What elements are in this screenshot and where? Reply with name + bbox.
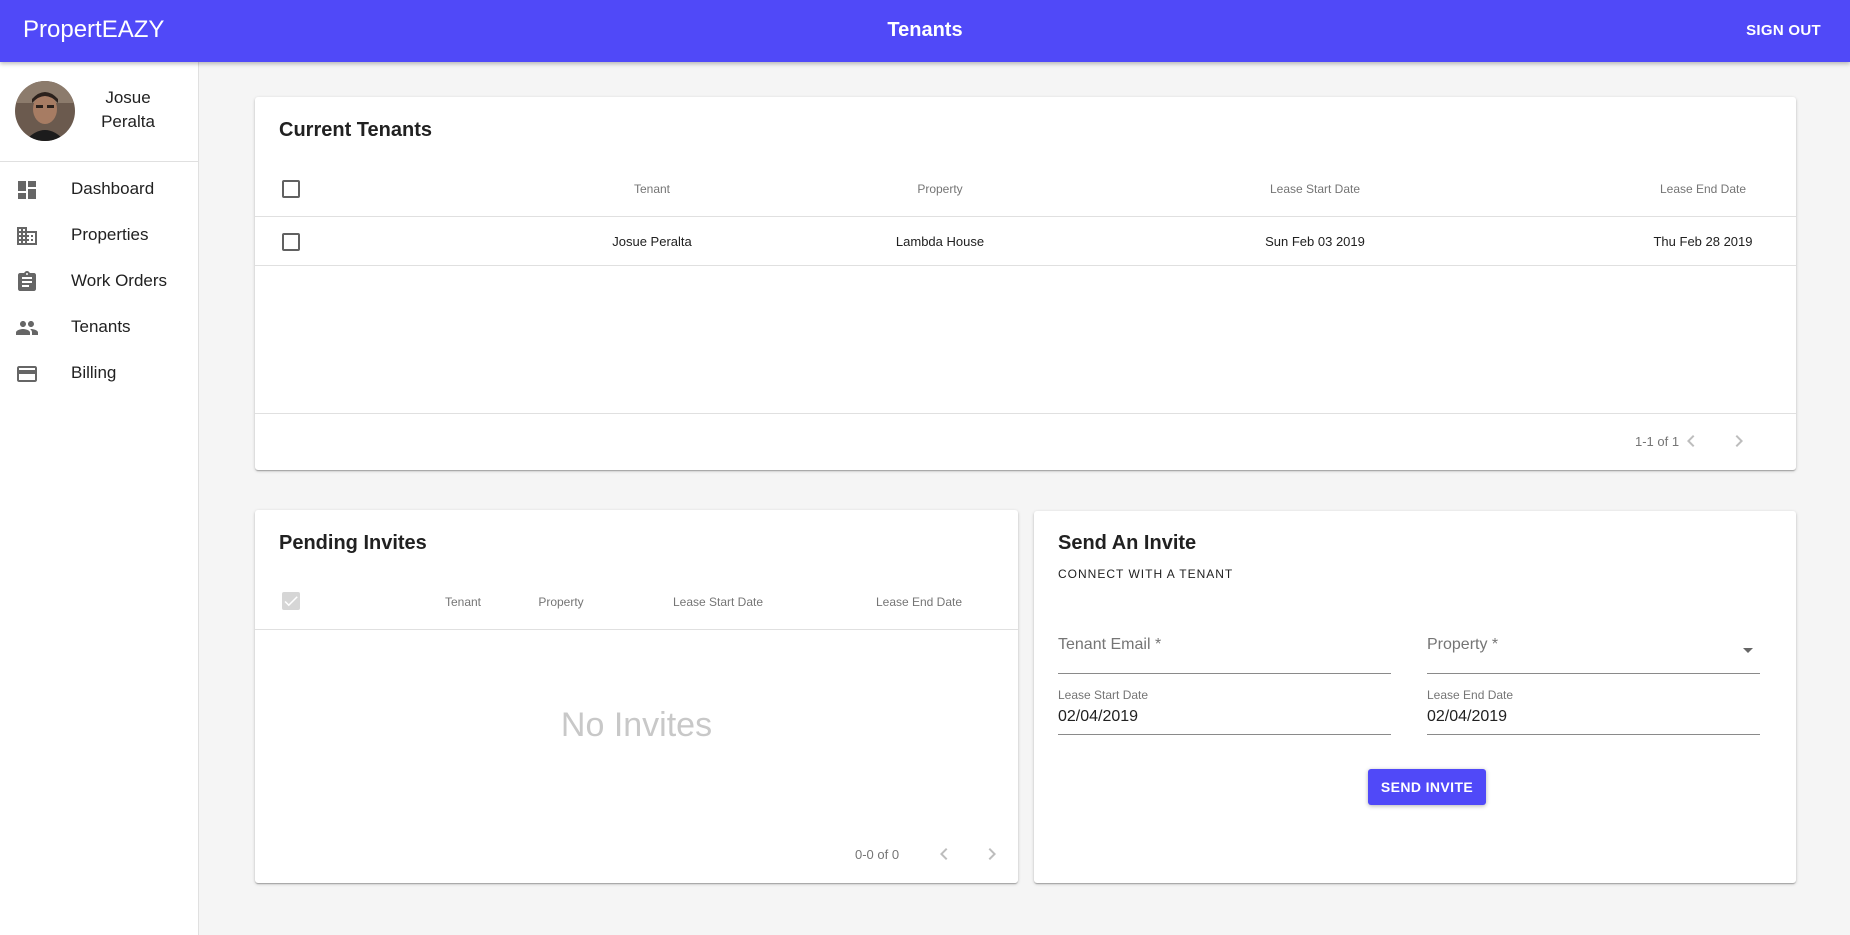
lease-end-date-value: 02/04/2019 bbox=[1427, 708, 1508, 725]
avatar bbox=[15, 81, 75, 141]
current-tenants-title: Current Tenants bbox=[279, 119, 432, 141]
select-all-checkbox[interactable] bbox=[282, 180, 300, 198]
chevron-right-icon bbox=[988, 848, 996, 860]
page-title: Tenants bbox=[887, 19, 963, 41]
lease-start-date-label: Lease Start Date bbox=[1058, 688, 1149, 702]
sidebar-item-work-orders[interactable]: Work Orders bbox=[0, 258, 198, 304]
row-checkbox[interactable] bbox=[282, 233, 300, 251]
sidebar-item-label: Tenants bbox=[71, 317, 131, 336]
chevron-left-icon bbox=[940, 848, 948, 860]
send-invite-button[interactable]: SEND INVITE bbox=[1368, 769, 1486, 805]
people-icon bbox=[15, 316, 39, 340]
divider bbox=[255, 216, 1796, 217]
sidebar-item-label: Billing bbox=[71, 363, 117, 382]
assignment-icon bbox=[15, 270, 39, 294]
select-all-checkbox bbox=[282, 592, 300, 610]
pagination-info: 0-0 of 0 bbox=[855, 847, 900, 862]
lease-start-date-value: 02/04/2019 bbox=[1058, 708, 1139, 725]
column-header-tenant[interactable]: Tenant bbox=[445, 595, 481, 609]
send-invite-card: Send An Invite CONNECT WITH A TENANT Ten… bbox=[1034, 511, 1796, 883]
pending-invites-title: Pending Invites bbox=[279, 532, 427, 554]
column-header-lease-end[interactable]: Lease End Date bbox=[1660, 182, 1746, 196]
cell-property: Lambda House bbox=[895, 234, 985, 249]
sidebar-item-dashboard[interactable]: Dashboard bbox=[0, 166, 198, 212]
app-bar: PropertEAZY Tenants SIGN OUT bbox=[0, 0, 1850, 62]
pagination-info: 1-1 of 1 bbox=[1635, 434, 1680, 449]
tenant-email-label: Tenant Email * bbox=[1058, 636, 1162, 653]
sidebar-item-label: Properties bbox=[71, 225, 149, 244]
sidebar-item-properties[interactable]: Properties bbox=[0, 212, 198, 258]
column-header-tenant[interactable]: Tenant bbox=[634, 182, 670, 196]
dropdown-arrow-icon bbox=[1743, 648, 1753, 653]
previous-page-button[interactable] bbox=[932, 842, 956, 866]
sidebar: Josue Peralta Dashboard Properties Work … bbox=[0, 62, 199, 935]
credit-card-icon bbox=[15, 362, 39, 386]
dashboard-icon bbox=[15, 178, 39, 202]
property-label: Property * bbox=[1427, 636, 1499, 653]
column-header-property[interactable]: Property bbox=[917, 182, 962, 196]
lease-start-date-field[interactable]: Lease Start Date 02/04/2019 bbox=[1058, 688, 1391, 748]
chevron-left-icon bbox=[1687, 435, 1695, 447]
column-header-lease-start[interactable]: Lease Start Date bbox=[673, 595, 763, 609]
column-header-lease-start[interactable]: Lease Start Date bbox=[1270, 182, 1360, 196]
lease-end-date-label: Lease End Date bbox=[1427, 688, 1514, 702]
user-name: Josue Peralta bbox=[101, 88, 155, 131]
chevron-right-icon bbox=[1735, 435, 1743, 447]
user-profile: Josue Peralta bbox=[0, 62, 198, 162]
pending-invites-card: Pending Invites Tenant Property Lease St… bbox=[255, 510, 1018, 883]
sidebar-item-tenants[interactable]: Tenants bbox=[0, 304, 198, 350]
field-underline bbox=[1427, 734, 1760, 735]
previous-page-button[interactable] bbox=[1679, 429, 1703, 453]
send-invite-subtitle: CONNECT WITH A TENANT bbox=[1058, 567, 1234, 581]
sidebar-item-billing[interactable]: Billing bbox=[0, 350, 198, 396]
next-page-button[interactable] bbox=[980, 842, 1004, 866]
sidebar-item-label: Work Orders bbox=[71, 271, 168, 290]
field-underline bbox=[1427, 673, 1760, 674]
divider bbox=[255, 265, 1796, 266]
column-header-property[interactable]: Property bbox=[538, 595, 583, 609]
field-underline bbox=[1058, 734, 1391, 735]
cell-lease-start: Sun Feb 03 2019 bbox=[1265, 234, 1365, 249]
send-invite-title: Send An Invite bbox=[1058, 532, 1197, 554]
check-icon bbox=[284, 596, 298, 607]
lease-end-date-field[interactable]: Lease End Date 02/04/2019 bbox=[1427, 688, 1760, 748]
empty-state-message: No Invites bbox=[560, 706, 713, 744]
divider bbox=[255, 413, 1796, 414]
sidebar-item-label: Dashboard bbox=[71, 179, 155, 198]
business-icon bbox=[15, 224, 39, 248]
cell-tenant: Josue Peralta bbox=[612, 234, 692, 249]
property-select[interactable]: Property * bbox=[1427, 636, 1760, 674]
field-underline bbox=[1058, 673, 1391, 674]
cell-lease-end: Thu Feb 28 2019 bbox=[1653, 234, 1753, 249]
sign-out-button[interactable]: SIGN OUT bbox=[1746, 22, 1821, 39]
column-header-lease-end[interactable]: Lease End Date bbox=[876, 595, 962, 609]
next-page-button[interactable] bbox=[1727, 429, 1751, 453]
tenant-email-field[interactable]: Tenant Email * bbox=[1058, 636, 1391, 674]
current-tenants-card: Current Tenants Tenant Property Lease St… bbox=[255, 97, 1796, 470]
divider bbox=[255, 629, 1018, 630]
